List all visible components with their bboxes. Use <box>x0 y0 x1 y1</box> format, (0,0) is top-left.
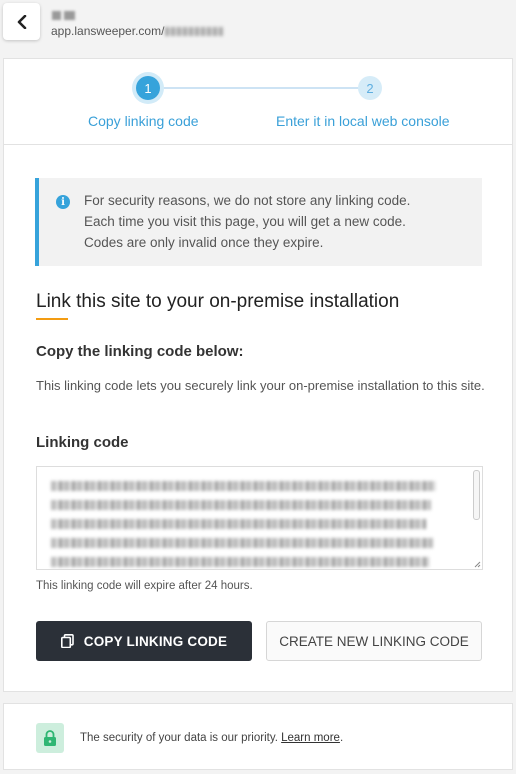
footer-message: The security of your data is our priorit… <box>80 732 282 744</box>
new-button-label: CREATE NEW LINKING CODE <box>279 633 469 649</box>
copy-button-label: COPY LINKING CODE <box>83 633 228 649</box>
code-line-redacted <box>51 557 429 567</box>
top-bar: app.lansweeper.com/ <box>0 0 516 50</box>
learn-more-link[interactable]: Learn more <box>281 732 340 744</box>
step-1-circle: 1 <box>136 76 160 100</box>
chevron-left-icon <box>17 14 26 29</box>
step-2-label: Enter it in local web console <box>276 113 450 129</box>
title-underline <box>36 318 68 320</box>
info-line: For security reasons, we do not store an… <box>84 193 411 208</box>
code-line-redacted <box>51 500 431 510</box>
step-2-circle: 2 <box>358 76 382 100</box>
page-title: Link this site to your on-premise instal… <box>36 291 400 312</box>
back-button[interactable] <box>3 3 40 40</box>
security-info-box: i For security reasons, we do not store … <box>35 178 482 266</box>
site-title-redacted <box>52 7 78 20</box>
footer-text: The security of your data is our priorit… <box>80 732 343 744</box>
step-connector <box>162 87 360 89</box>
instruction-description: This linking code lets you securely link… <box>36 378 485 393</box>
info-text: For security reasons, we do not store an… <box>84 190 474 253</box>
code-line-redacted <box>51 519 426 529</box>
expiry-note: This linking code will expire after 24 h… <box>36 580 253 592</box>
step-1-label: Copy linking code <box>88 113 199 129</box>
stepper: 1 2 Copy linking code Enter it in local … <box>4 59 512 145</box>
instruction-heading: Copy the linking code below: <box>36 343 244 360</box>
code-line-redacted <box>51 481 436 491</box>
linking-code-textarea[interactable] <box>36 466 483 570</box>
copy-linking-code-button[interactable]: COPY LINKING CODE <box>36 621 252 661</box>
linking-code-label: Linking code <box>36 434 129 451</box>
linking-card: 1 2 Copy linking code Enter it in local … <box>3 58 513 692</box>
copy-icon <box>60 634 74 648</box>
resize-handle-icon[interactable] <box>473 560 481 568</box>
code-line-redacted <box>51 538 433 548</box>
lock-icon <box>44 729 56 746</box>
url-redacted <box>165 27 224 37</box>
site-url: app.lansweeper.com/ <box>51 24 224 38</box>
create-new-linking-code-button[interactable]: CREATE NEW LINKING CODE <box>266 621 482 661</box>
footer-suffix: . <box>339 732 344 744</box>
info-line: Each time you visit this page, you will … <box>84 214 406 229</box>
textarea-scrollbar[interactable] <box>473 470 480 520</box>
info-line: Codes are only invalid once they expire. <box>84 235 324 250</box>
lock-badge <box>36 723 64 753</box>
info-icon: i <box>56 195 70 209</box>
security-footer: The security of your data is our priorit… <box>3 703 513 770</box>
